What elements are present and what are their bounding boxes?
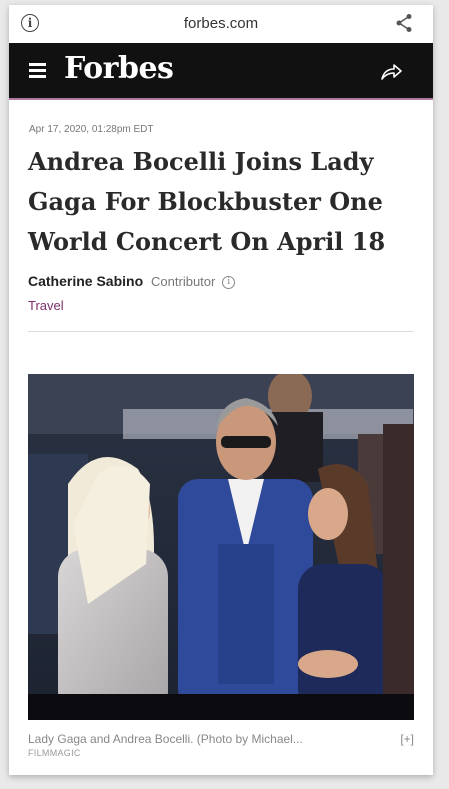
article-headline: Andrea Bocelli Joins Lady Gaga For Block… [28, 147, 386, 256]
contributor-info-icon[interactable]: i [222, 275, 236, 289]
page-card: i forbes.com Forbes Apr 17, 2020, 01:28p… [9, 5, 433, 775]
forbes-logo[interactable]: Forbes [64, 51, 174, 86]
article-photo[interactable] [28, 374, 414, 720]
share-icon[interactable] [395, 13, 413, 33]
image-credit: FILMMAGIC [28, 748, 81, 758]
section-link[interactable]: Travel [28, 298, 64, 313]
browser-url-bar: i forbes.com [9, 5, 433, 43]
publish-date: Apr 17, 2020, 01:28pm EDT [29, 124, 154, 135]
hamburger-menu-icon[interactable] [29, 63, 46, 78]
author-name[interactable]: Catherine Sabino [28, 273, 143, 289]
divider [28, 331, 414, 332]
url-text[interactable]: forbes.com [9, 15, 433, 32]
share-arrow-icon[interactable] [379, 60, 403, 82]
byline: Catherine Sabino Contributor i [28, 273, 236, 289]
forbes-header: Forbes [9, 43, 433, 100]
caption-expand-button[interactable]: [+] [400, 732, 414, 746]
author-role: Contributor [151, 274, 216, 289]
caption-text: Lady Gaga and Andrea Bocelli. (Photo by … [28, 732, 303, 746]
